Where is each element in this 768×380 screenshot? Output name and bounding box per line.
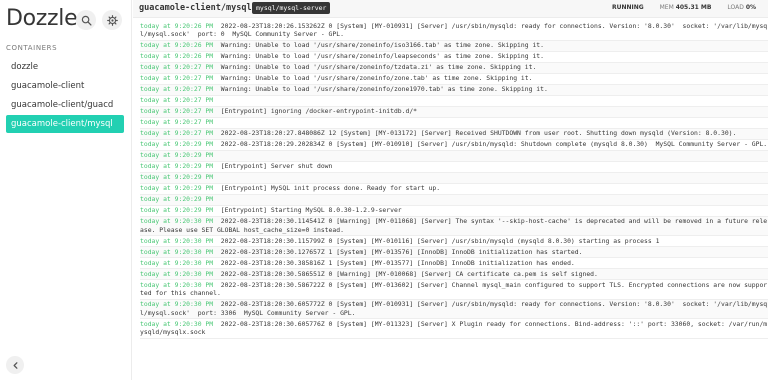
log-message: [Entrypoint] ignoring /docker-entrypoint… — [213, 107, 418, 116]
log-line: today at 9:20:27 PM Warning: Unable to l… — [140, 74, 768, 85]
mem-label: MEM — [659, 4, 674, 11]
log-message: Warning: Unable to load '/usr/share/zone… — [213, 74, 533, 83]
log-timestamp: today at 9:20:29 PM — [140, 206, 214, 215]
log-line: today at 9:20:30 PM 2022-08-23T18:20:30.… — [140, 236, 768, 247]
log-timestamp: today at 9:20:26 PM — [140, 21, 214, 30]
log-timestamp: today at 9:20:27 PM — [140, 63, 214, 72]
log-timestamp: today at 9:20:27 PM — [140, 118, 214, 127]
log-line: today at 9:20:30 PM 2022-08-23T18:20:30.… — [140, 258, 768, 269]
log-timestamp: today at 9:20:27 PM — [140, 96, 214, 105]
app-logo[interactable]: Dozzle — [6, 6, 78, 31]
log-message: [Entrypoint] MySQL init process done. Re… — [213, 184, 441, 193]
log-line: today at 9:20:29 PM [Entrypoint] Server … — [140, 162, 768, 173]
log-line: today at 9:20:27 PM — [140, 118, 768, 129]
log-line: today at 9:20:27 PM Warning: Unable to l… — [140, 62, 768, 74]
search-button[interactable] — [76, 10, 96, 30]
log-line: today at 9:20:27 PM Warning: Unable to l… — [140, 84, 768, 96]
sidebar-item-dozzle[interactable]: dozzle — [6, 58, 124, 76]
log-message: 2022-08-23T18:20:30.115799Z 0 [System] [… — [213, 236, 660, 245]
log-timestamp: today at 9:20:29 PM — [140, 173, 214, 182]
container-title: guacamole-client/mysql — [139, 3, 252, 13]
container-stats: RUNNING MEM 405.31 MB LOAD 0% — [612, 4, 756, 11]
log-line: today at 9:20:29 PM 2022-08-23T18:20:29.… — [140, 140, 768, 151]
log-line: today at 9:20:30 PM 2022-08-23T18:20:30.… — [140, 247, 768, 258]
load-label: LOAD — [727, 4, 744, 11]
containers-section-label: Containers — [6, 44, 58, 52]
log-line: today at 9:20:30 PM 2022-08-23T18:20:30.… — [140, 299, 768, 319]
log-line: today at 9:20:26 PM Warning: Unable to l… — [140, 40, 768, 52]
log-timestamp: today at 9:20:27 PM — [140, 107, 214, 116]
image-tag: mysql/mysql-server — [252, 2, 331, 14]
sidebar: Dozzle Containers dozzle guacamole-clien… — [0, 0, 132, 380]
log-timestamp: today at 9:20:30 PM — [140, 319, 214, 328]
gear-icon — [106, 14, 118, 26]
log-timestamp: today at 9:20:27 PM — [140, 85, 214, 94]
log-timestamp: today at 9:20:30 PM — [140, 269, 214, 278]
log-line: today at 9:20:26 PM Warning: Unable to l… — [140, 52, 768, 63]
log-timestamp: today at 9:20:29 PM — [140, 162, 214, 171]
log-timestamp: today at 9:20:26 PM — [140, 41, 214, 50]
log-line: today at 9:20:30 PM 2022-08-23T18:20:30.… — [140, 269, 768, 280]
log-message: Warning: Unable to load '/usr/share/zone… — [213, 41, 544, 50]
log-line: today at 9:20:30 PM 2022-08-23T18:20:30.… — [140, 216, 768, 236]
mem-value: 405.31 MB — [675, 4, 712, 11]
settings-button[interactable] — [102, 10, 122, 30]
log-line: today at 9:20:29 PM [Entrypoint] MySQL i… — [140, 184, 768, 195]
log-line: today at 9:20:29 PM — [140, 172, 768, 184]
log-line: today at 9:20:29 PM — [140, 194, 768, 206]
log-timestamp: today at 9:20:30 PM — [140, 258, 214, 267]
log-line: today at 9:20:29 PM [Entrypoint] Startin… — [140, 206, 768, 217]
log-line: today at 9:20:27 PM — [140, 96, 768, 107]
load-value: 0% — [745, 4, 756, 11]
search-icon — [81, 15, 92, 26]
log-timestamp: today at 9:20:29 PM — [140, 151, 214, 160]
log-message: 2022-08-23T18:20:26.153262Z 0 [System] [… — [140, 21, 768, 39]
log-message: 2022-08-23T18:20:30.385816Z 1 [System] [… — [213, 258, 575, 267]
log-message: [Entrypoint] Starting MySQL 8.0.30-1.2.9… — [213, 206, 402, 215]
log-message: 2022-08-23T18:20:27.848086Z 12 [System] … — [213, 129, 737, 138]
log-message: 2022-08-23T18:20:30.586722Z 0 [System] [… — [140, 280, 768, 298]
log-message: Warning: Unable to load '/usr/share/zone… — [213, 63, 537, 72]
log-timestamp: today at 9:20:30 PM — [140, 280, 214, 289]
log-line: today at 9:20:30 PM 2022-08-23T18:20:30.… — [140, 319, 768, 339]
log-timestamp: today at 9:20:27 PM — [140, 74, 214, 83]
log-message: 2022-08-23T18:20:30.127657Z 1 [System] [… — [213, 247, 583, 256]
log-line: today at 9:20:29 PM — [140, 150, 768, 162]
log-message: 2022-08-23T18:20:30.114541Z 0 [Warning] … — [140, 217, 768, 234]
log-timestamp: today at 9:20:30 PM — [140, 247, 214, 256]
log-message: 2022-08-23T18:20:30.605772Z 0 [System] [… — [140, 300, 768, 317]
log-message: Warning: Unable to load '/usr/share/zone… — [213, 85, 548, 94]
log-message: 2022-08-23T18:20:29.202834Z 0 [System] [… — [213, 140, 768, 149]
log-viewer[interactable]: today at 9:20:26 PM 2022-08-23T18:20:26.… — [133, 19, 768, 380]
log-timestamp: today at 9:20:30 PM — [140, 300, 214, 309]
sidebar-item-guacamole-client[interactable]: guacamole-client — [6, 77, 124, 95]
chevron-left-icon — [13, 361, 17, 369]
log-message: Warning: Unable to load '/usr/share/zone… — [213, 52, 544, 61]
log-timestamp: today at 9:20:26 PM — [140, 52, 214, 61]
log-message: 2022-08-23T18:20:30.605776Z 0 [System] [… — [140, 319, 768, 337]
sidebar-item-guacamole-client-mysql[interactable]: guacamole-client/mysql — [6, 115, 124, 133]
log-message: 2022-08-23T18:20:30.586551Z 0 [Warning] … — [213, 269, 598, 278]
sidebar-item-guacamole-client-guacd[interactable]: guacamole-client/guacd — [6, 96, 124, 114]
log-timestamp: today at 9:20:27 PM — [140, 129, 214, 138]
log-line: today at 9:20:27 PM [Entrypoint] ignorin… — [140, 106, 768, 118]
log-timestamp: today at 9:20:30 PM — [140, 236, 214, 245]
collapse-sidebar-button[interactable] — [6, 356, 24, 374]
log-timestamp: today at 9:20:30 PM — [140, 217, 214, 226]
log-timestamp: today at 9:20:29 PM — [140, 140, 214, 149]
container-header: guacamole-client/mysql mysql/mysql-serve… — [133, 0, 768, 18]
log-line: today at 9:20:26 PM 2022-08-23T18:20:26.… — [140, 21, 768, 41]
log-message: [Entrypoint] Server shut down — [213, 162, 333, 171]
log-line: today at 9:20:30 PM 2022-08-23T18:20:30.… — [140, 280, 768, 300]
log-timestamp: today at 9:20:29 PM — [140, 195, 214, 204]
log-line: today at 9:20:27 PM 2022-08-23T18:20:27.… — [140, 128, 768, 140]
status-badge: RUNNING — [611, 4, 644, 11]
container-list: dozzle guacamole-client guacamole-client… — [6, 58, 124, 134]
log-timestamp: today at 9:20:29 PM — [140, 184, 214, 193]
